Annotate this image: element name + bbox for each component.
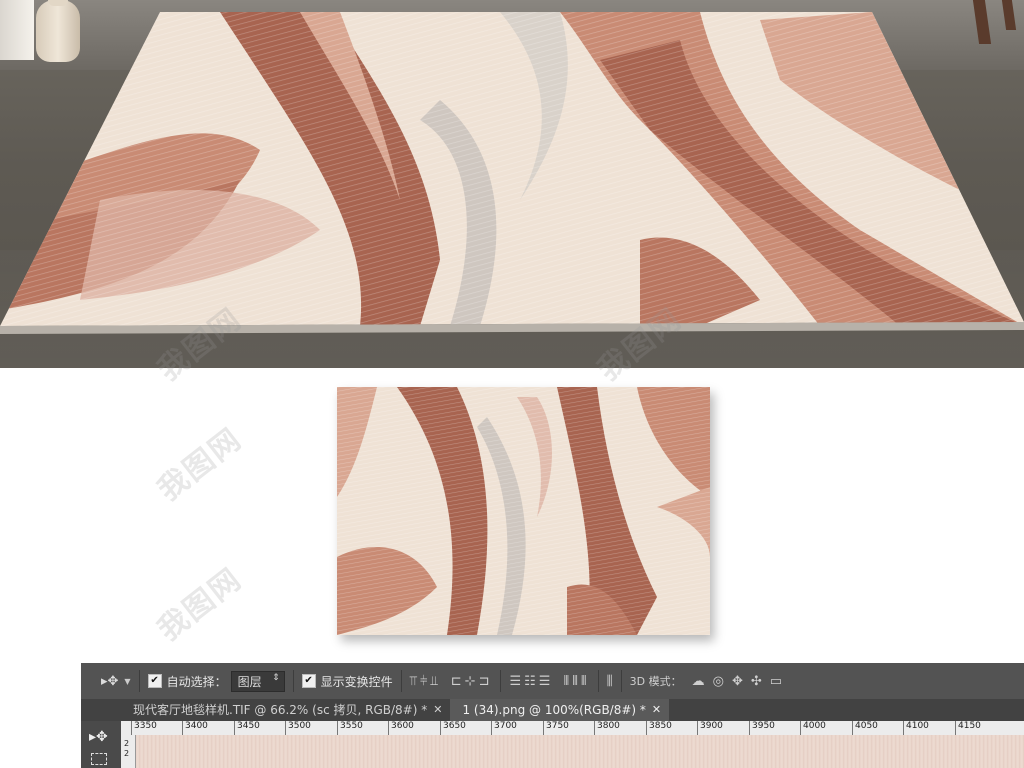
ruler-tick: 4100 xyxy=(903,721,929,735)
ruler-tick: 2 xyxy=(124,739,130,748)
tab-label: 现代客厅地毯样机.TIF @ 66.2% (sc 拷贝, RGB/8#) * xyxy=(133,703,428,717)
divider xyxy=(597,670,599,692)
distribute-top-icon[interactable]: ☰ xyxy=(509,674,524,689)
distribute-horizontal-icon[interactable]: ⦀ xyxy=(572,674,581,689)
align-left-edges-icon[interactable]: ⊏ xyxy=(451,674,465,689)
ruler-tick: 3500 xyxy=(285,721,311,735)
ruler-tick: 3650 xyxy=(440,721,466,735)
ruler-tick: 3550 xyxy=(337,721,363,735)
align-vertical-centers-icon[interactable]: ⫩ xyxy=(420,674,430,689)
divider xyxy=(500,670,502,692)
ruler-tick: 3450 xyxy=(234,721,260,735)
3d-mode-label: 3D 模式： xyxy=(629,675,682,688)
ruler-tick: 3600 xyxy=(388,721,414,735)
ruler-tick: 2 xyxy=(124,749,130,758)
rug-room-mockup xyxy=(0,0,1024,368)
ruler-tick: 3350 xyxy=(131,721,157,735)
ruler-tick: 3700 xyxy=(491,721,517,735)
rug-design-preview xyxy=(337,387,710,635)
tab-document-1[interactable]: 现代客厅地毯样机.TIF @ 66.2% (sc 拷贝, RGB/8#) * ✕ xyxy=(121,699,450,721)
marquee-tool-icon[interactable] xyxy=(91,753,107,765)
watermark: 我图网 xyxy=(151,421,249,509)
distribute-bottom-icon[interactable]: ☰ xyxy=(539,674,554,689)
layer-select-dropdown[interactable]: 图层 ⇕ xyxy=(230,670,285,692)
divider xyxy=(292,670,294,692)
ruler-tick: 3900 xyxy=(697,721,723,735)
horizontal-ruler: 3350 3400 3450 3500 3550 3600 3650 3700 … xyxy=(121,721,1024,736)
auto-select-label: 自动选择： xyxy=(166,674,227,689)
tab-document-2[interactable]: 1 (34).png @ 100%(RGB/8#) * ✕ xyxy=(450,699,670,721)
distribute-left-icon[interactable]: ⦀ xyxy=(563,674,572,689)
ruler-tick: 3850 xyxy=(646,721,672,735)
divider xyxy=(620,670,622,692)
document-canvas[interactable] xyxy=(136,735,1024,768)
slide-3d-icon[interactable]: ✣ xyxy=(751,674,762,689)
tab-label: 1 (34).png @ 100%(RGB/8#) * xyxy=(462,703,646,717)
vertical-ruler: 2 2 xyxy=(121,735,136,768)
move-tool-icon[interactable]: ▸✥ xyxy=(101,674,118,689)
auto-align-layers-icon[interactable]: ⫼ xyxy=(607,674,613,689)
camera-3d-icon[interactable]: ▭ xyxy=(770,674,782,689)
document-tabs: 现代客厅地毯样机.TIF @ 66.2% (sc 拷贝, RGB/8#) * ✕… xyxy=(81,699,1024,721)
ruler-tick: 3750 xyxy=(543,721,569,735)
roll-3d-icon[interactable]: ◎ xyxy=(713,674,724,689)
auto-select-checkbox[interactable]: ✔ xyxy=(147,674,162,688)
chevron-updown-icon: ⇕ xyxy=(272,672,280,683)
orbit-3d-icon[interactable]: ☁ xyxy=(692,674,705,689)
show-transform-checkbox[interactable]: ✔ xyxy=(301,674,316,688)
close-icon[interactable]: ✕ xyxy=(652,699,661,721)
rug-in-room xyxy=(0,12,1024,334)
show-transform-label: 显示变换控件 xyxy=(320,674,393,689)
distribute-right-icon[interactable]: ⦀ xyxy=(581,674,590,689)
photoshop-window: ▸✥ ▼ ✔ 自动选择： 图层 ⇕ ✔ 显示变换控件 ⫪ ⫩ ⫫ ⊏ ⊹ ⊐ ☰… xyxy=(81,663,1024,768)
align-right-edges-icon[interactable]: ⊐ xyxy=(479,674,493,689)
divider xyxy=(138,670,140,692)
layer-select-value: 图层 xyxy=(237,674,262,689)
move-tool-icon[interactable]: ▸✥ xyxy=(81,721,121,745)
align-bottom-edges-icon[interactable]: ⫫ xyxy=(430,674,440,689)
drag-3d-icon[interactable]: ✥ xyxy=(732,674,743,689)
ruler-tick: 3950 xyxy=(749,721,775,735)
close-icon[interactable]: ✕ xyxy=(433,699,442,721)
chevron-down-icon[interactable]: ▼ xyxy=(124,677,130,686)
options-bar: ▸✥ ▼ ✔ 自动选择： 图层 ⇕ ✔ 显示变换控件 ⫪ ⫩ ⫫ ⊏ ⊹ ⊐ ☰… xyxy=(81,663,1024,700)
ruler-tick: 4150 xyxy=(955,721,981,735)
ruler-tick: 3400 xyxy=(182,721,208,735)
watermark: 我图网 xyxy=(151,561,249,649)
divider xyxy=(400,670,402,692)
distribute-centers-icon[interactable]: ☷ xyxy=(524,674,539,689)
align-horizontal-centers-icon[interactable]: ⊹ xyxy=(465,674,479,689)
ruler-tick: 4050 xyxy=(852,721,878,735)
ruler-tick: 3800 xyxy=(594,721,620,735)
ruler-tick: 4000 xyxy=(800,721,826,735)
align-top-edges-icon[interactable]: ⫪ xyxy=(410,674,420,689)
